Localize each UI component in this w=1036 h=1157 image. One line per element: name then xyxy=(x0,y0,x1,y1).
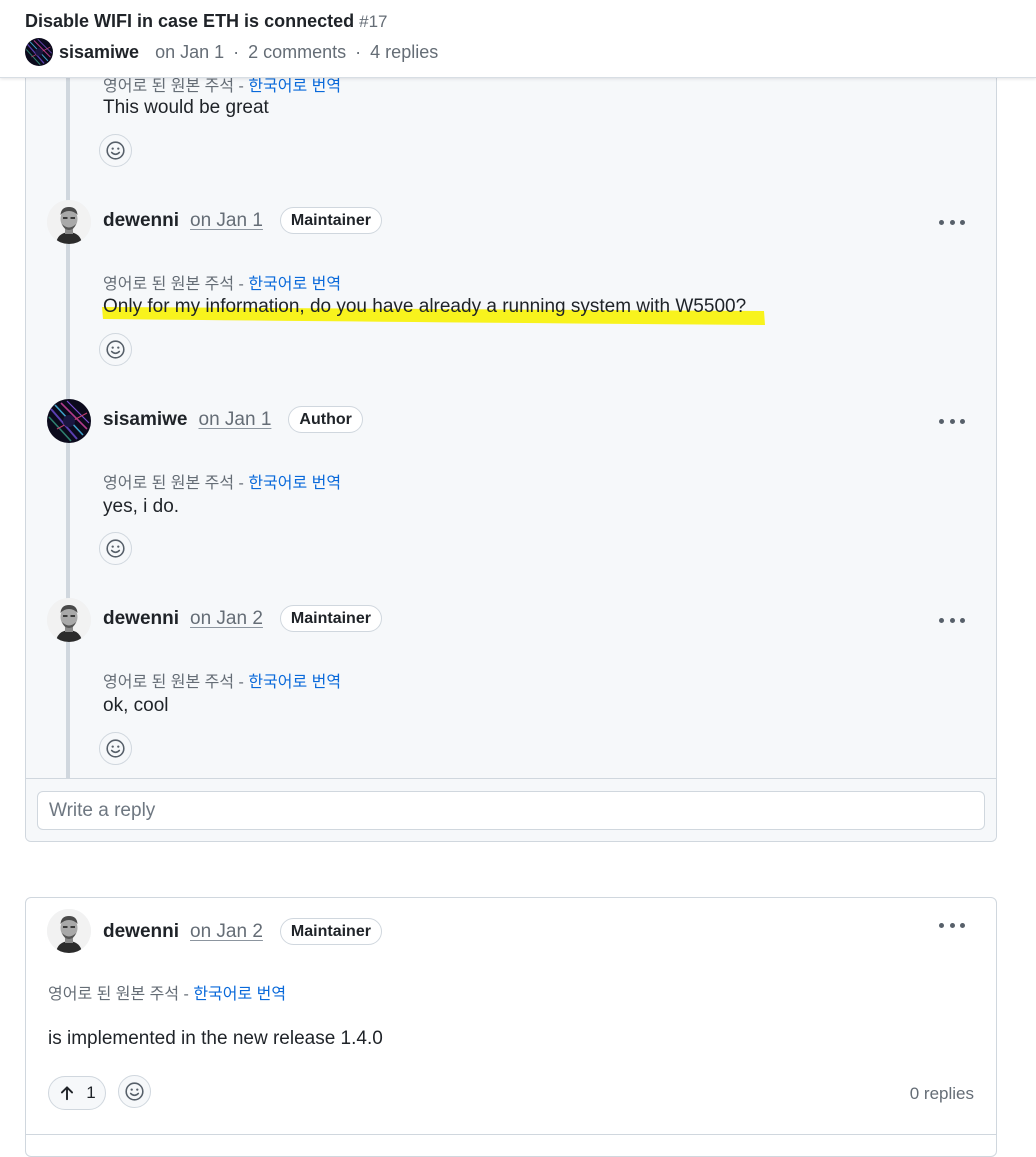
translation-prefix: 영어로 된 원본 주석 - xyxy=(48,986,194,1003)
add-reaction-button[interactable] xyxy=(118,1075,151,1108)
avatar[interactable] xyxy=(47,200,91,244)
smiley-icon xyxy=(105,738,126,759)
translation-notice: 영어로 된 원본 주석 - 한국어로 번역 xyxy=(48,980,286,1004)
avatar[interactable] xyxy=(47,399,91,443)
more-options-button[interactable] xyxy=(937,212,967,232)
role-badge: Maintainer xyxy=(279,207,382,234)
reply-body: ok, cool xyxy=(103,695,169,716)
user-avatar-image xyxy=(25,38,53,66)
user-avatar-image xyxy=(47,598,91,642)
upvote-count: 1 xyxy=(86,1083,96,1102)
reply-body: yes, i do. xyxy=(103,496,180,517)
smiley-icon xyxy=(124,1081,145,1102)
kebab-horizontal-icon xyxy=(939,418,965,424)
reply-header: sisamiwe on Jan 1 Author xyxy=(103,406,363,433)
avatar[interactable] xyxy=(47,598,91,642)
role-badge: Author xyxy=(288,406,363,433)
more-options-button[interactable] xyxy=(937,915,967,935)
comment-body: is implemented in the new release 1.4.0 xyxy=(48,1028,383,1049)
user-avatar-image xyxy=(47,200,91,244)
title-text: Disable WIFI in case ETH is connected xyxy=(25,11,355,31)
translate-link[interactable]: 한국어로 번역 xyxy=(248,78,341,95)
translate-link[interactable]: 한국어로 번역 xyxy=(193,986,286,1003)
translation-prefix: 영어로 된 원본 주석 - xyxy=(103,475,249,492)
author-link[interactable]: sisamiwe xyxy=(59,42,139,63)
separator: · xyxy=(233,41,240,62)
more-options-button[interactable] xyxy=(937,610,967,630)
discussion-meta: sisamiwe on Jan 1 · 2 comments · 4 repli… xyxy=(25,38,438,66)
sticky-discussion-header: Disable WIFI in case ETH is connected #1… xyxy=(0,0,1036,78)
user-avatar-image xyxy=(47,909,91,953)
kebab-horizontal-icon xyxy=(939,219,965,225)
username-link[interactable]: dewenni xyxy=(103,608,179,630)
comment-header: dewenni on Jan 2 Maintainer xyxy=(103,918,382,945)
add-reaction-button[interactable] xyxy=(99,732,132,765)
replies-count[interactable]: 0 replies xyxy=(910,1084,974,1104)
translation-notice: 영어로 된 원본 주석 - 한국어로 번역 xyxy=(103,270,341,294)
replies-count: 4 replies xyxy=(370,41,439,62)
translation-notice: 영어로 된 원본 주석 - 한국어로 번역 xyxy=(103,469,341,493)
translate-link[interactable]: 한국어로 번역 xyxy=(248,276,341,293)
timestamp-link[interactable]: on Jan 1 xyxy=(190,210,263,232)
add-reaction-button[interactable] xyxy=(99,134,132,167)
translate-link[interactable]: 한국어로 번역 xyxy=(248,674,341,691)
discussion-number: #17 xyxy=(359,12,388,31)
reply-body: Only for my information, do you have alr… xyxy=(103,296,747,317)
smiley-icon xyxy=(105,339,126,360)
avatar[interactable] xyxy=(25,38,53,66)
arrow-up-icon xyxy=(61,1086,74,1101)
write-reply-input[interactable] xyxy=(37,791,985,830)
role-badge: Maintainer xyxy=(279,918,382,945)
reply-thread xyxy=(25,40,997,842)
smiley-icon xyxy=(105,140,126,161)
divider xyxy=(26,1134,996,1135)
translate-link[interactable]: 한국어로 번역 xyxy=(248,475,341,492)
comments-count: 2 comments xyxy=(248,41,347,62)
timestamp-link[interactable]: on Jan 2 xyxy=(190,921,263,943)
translation-prefix: 영어로 된 원본 주석 - xyxy=(103,674,249,691)
user-avatar-image xyxy=(47,399,91,443)
reply-body: This would be great xyxy=(103,97,269,118)
more-options-button[interactable] xyxy=(937,411,967,431)
reply-header: dewenni on Jan 2 Maintainer xyxy=(103,605,382,632)
kebab-horizontal-icon xyxy=(939,922,965,928)
username-link[interactable]: dewenni xyxy=(103,921,179,943)
discussion-title[interactable]: Disable WIFI in case ETH is connected #1… xyxy=(25,11,387,32)
reply-composer xyxy=(26,778,996,841)
translation-notice: 영어로 된 원본 주석 - 한국어로 번역 xyxy=(103,668,341,692)
timestamp-link[interactable]: on Jan 2 xyxy=(190,608,263,630)
add-reaction-button[interactable] xyxy=(99,532,132,565)
upvote-button[interactable]: 1 xyxy=(48,1076,106,1110)
timestamp-link[interactable]: on Jan 1 xyxy=(199,409,272,431)
add-reaction-button[interactable] xyxy=(99,333,132,366)
role-badge: Maintainer xyxy=(279,605,382,632)
kebab-horizontal-icon xyxy=(939,617,965,623)
translation-prefix: 영어로 된 원본 주석 - xyxy=(103,78,249,95)
translation-prefix: 영어로 된 원본 주석 - xyxy=(103,276,249,293)
posted-date: on Jan 1 xyxy=(155,41,225,62)
discussion-comment: dewenni on Jan 2 Maintainer 영어로 된 원본 주석 … xyxy=(25,897,997,1157)
reply-header: dewenni on Jan 1 Maintainer xyxy=(103,207,382,234)
username-link[interactable]: sisamiwe xyxy=(103,409,188,431)
username-link[interactable]: dewenni xyxy=(103,210,179,232)
separator: · xyxy=(355,41,362,62)
smiley-icon xyxy=(105,538,126,559)
avatar[interactable] xyxy=(47,909,91,953)
